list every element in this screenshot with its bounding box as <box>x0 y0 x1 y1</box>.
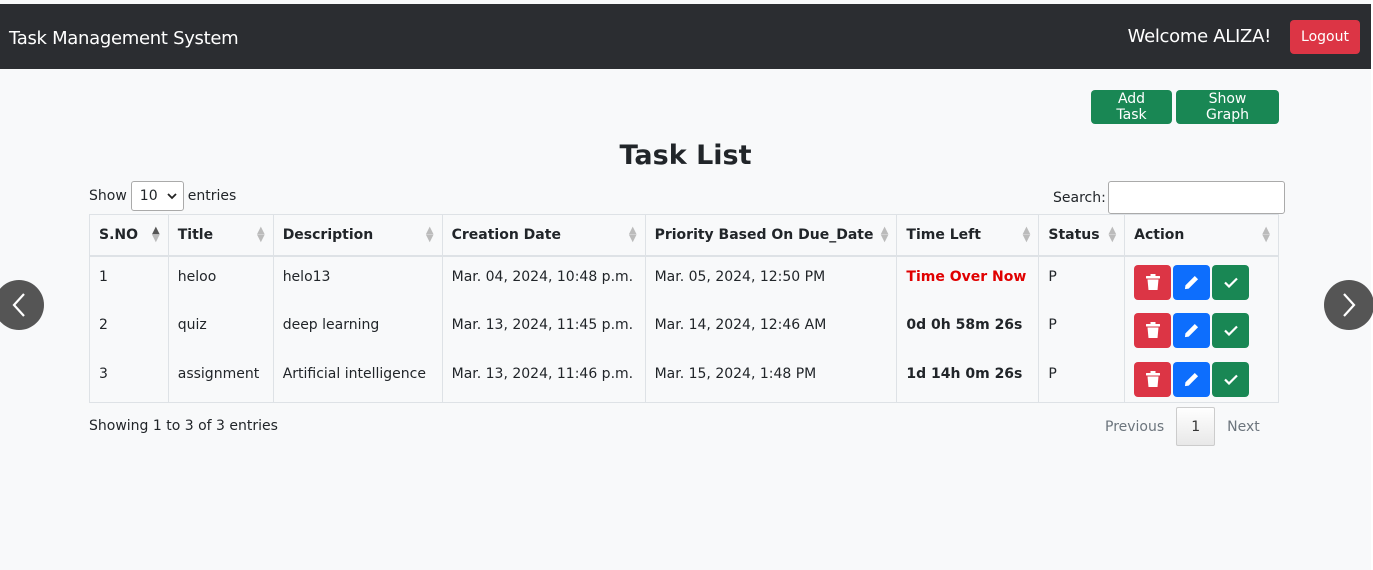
cell-priority: Mar. 15, 2024, 1:48 PM <box>645 353 898 403</box>
cell-sno: 2 <box>89 304 169 354</box>
sort-icon: ▲ ▼ <box>1022 225 1031 244</box>
trash-icon <box>1145 371 1160 387</box>
search-input[interactable] <box>1107 181 1285 214</box>
cell-time-left: 1d 14h 0m 26s <box>896 353 1040 403</box>
cell-creation-date: Mar. 13, 2024, 11:45 p.m. <box>442 304 646 354</box>
sort-icon: ▲ ▼ <box>152 225 160 244</box>
cell-status: P <box>1038 255 1126 305</box>
column-header-title[interactable]: Title ▲ ▼ <box>168 214 274 257</box>
cell-title: heloo <box>168 255 274 305</box>
sort-icon: ▲ ▼ <box>425 225 434 244</box>
show-label: Show <box>89 188 127 204</box>
page-background: Task Management System Welcome ALIZA! Lo… <box>0 0 1373 570</box>
sort-icon: ▲ ▼ <box>256 225 265 244</box>
cell-status: P <box>1038 353 1126 403</box>
column-header-time-left[interactable]: Time Left ▲ ▼ <box>896 214 1040 257</box>
pencil-icon <box>1185 275 1199 289</box>
cell-time-left: 0d 0h 58m 26s <box>896 304 1040 354</box>
cell-description: deep learning <box>273 304 443 354</box>
cell-title: quiz <box>168 304 274 354</box>
previous-page-button[interactable]: Previous <box>1093 419 1176 435</box>
cell-creation-date: Mar. 04, 2024, 10:48 p.m. <box>442 255 646 305</box>
pencil-icon <box>1185 323 1199 337</box>
chevron-left-icon <box>12 293 25 317</box>
edit-button[interactable] <box>1173 264 1211 300</box>
chevron-right-icon <box>1343 293 1356 317</box>
edit-button[interactable] <box>1173 361 1211 397</box>
table-info: Showing 1 to 3 of 3 entries <box>89 418 278 434</box>
entries-length-control: Show 10 entries <box>89 181 236 211</box>
column-header-priority[interactable]: Priority Based On Due_Date ▲ ▼ <box>645 214 898 257</box>
cell-description: Artificial intelligence <box>273 353 443 403</box>
column-header-action[interactable]: Action ▲ ▼ <box>1124 214 1279 257</box>
cell-actions <box>1124 304 1279 354</box>
sort-icon: ▲ ▼ <box>1108 225 1117 244</box>
chevron-down-icon <box>167 193 177 200</box>
complete-button[interactable] <box>1212 312 1250 348</box>
cell-actions <box>1124 255 1279 305</box>
cell-priority: Mar. 05, 2024, 12:50 PM <box>645 255 898 305</box>
column-header-description[interactable]: Description ▲ ▼ <box>273 214 443 257</box>
entries-select[interactable]: 10 <box>130 181 184 211</box>
column-header-sno[interactable]: S.NO ▲ ▼ <box>89 214 169 257</box>
task-table: S.NO ▲ ▼ Title ▲ ▼ Description ▲ ▼ Creation… <box>89 214 1279 403</box>
check-icon <box>1223 374 1238 385</box>
delete-button[interactable] <box>1134 264 1172 300</box>
table-row: 1 heloo helo13 Mar. 04, 2024, 10:48 p.m.… <box>89 255 1279 305</box>
entries-label: entries <box>187 188 237 204</box>
trash-icon <box>1145 274 1160 290</box>
page-1-button[interactable]: 1 <box>1176 407 1216 446</box>
cell-description: helo13 <box>273 255 443 305</box>
complete-button[interactable] <box>1212 264 1250 300</box>
check-icon <box>1223 325 1238 336</box>
complete-button[interactable] <box>1212 361 1250 397</box>
carousel-prev-button[interactable] <box>0 280 44 330</box>
table-row: 3 assignment Artificial intelligence Mar… <box>89 353 1279 403</box>
trash-icon <box>1145 322 1160 338</box>
welcome-text: Welcome ALIZA! <box>1127 26 1272 47</box>
sort-icon: ▲ ▼ <box>1262 225 1270 244</box>
add-task-button[interactable]: Add Task <box>1091 90 1172 124</box>
sort-icon: ▲ ▼ <box>880 225 889 244</box>
column-header-creation-date[interactable]: Creation Date ▲ ▼ <box>442 214 646 257</box>
cell-priority: Mar. 14, 2024, 12:46 AM <box>645 304 898 354</box>
delete-button[interactable] <box>1134 361 1172 397</box>
table-row: 2 quiz deep learning Mar. 13, 2024, 11:4… <box>89 304 1279 354</box>
pagination: Previous 1 Next <box>1093 407 1272 446</box>
column-header-status[interactable]: Status ▲ ▼ <box>1038 214 1126 257</box>
navbar: Task Management System Welcome ALIZA! Lo… <box>0 4 1371 69</box>
logout-button[interactable]: Logout <box>1290 20 1360 54</box>
page-title: Task List <box>619 140 752 171</box>
show-graph-button[interactable]: Show Graph <box>1176 90 1279 124</box>
sort-icon: ▲ ▼ <box>628 225 637 244</box>
delete-button[interactable] <box>1134 312 1172 348</box>
check-icon <box>1223 277 1238 288</box>
cell-title: assignment <box>168 353 274 403</box>
entries-select-value: 10 <box>139 188 158 204</box>
edit-button[interactable] <box>1173 312 1211 348</box>
table-header-row: S.NO ▲ ▼ Title ▲ ▼ Description ▲ ▼ Creation… <box>89 214 1279 257</box>
search-control: Search: <box>1053 181 1285 214</box>
cell-creation-date: Mar. 13, 2024, 11:46 p.m. <box>442 353 646 403</box>
cell-actions <box>1124 353 1279 403</box>
carousel-next-button[interactable] <box>1324 280 1373 330</box>
search-label: Search: <box>1053 189 1106 206</box>
next-page-button[interactable]: Next <box>1215 419 1272 435</box>
cell-status: P <box>1038 304 1126 354</box>
pencil-icon <box>1185 372 1199 386</box>
cell-time-left: Time Over Now <box>896 255 1040 305</box>
brand-title[interactable]: Task Management System <box>9 28 239 49</box>
cell-sno: 3 <box>89 353 169 403</box>
cell-sno: 1 <box>89 255 169 305</box>
